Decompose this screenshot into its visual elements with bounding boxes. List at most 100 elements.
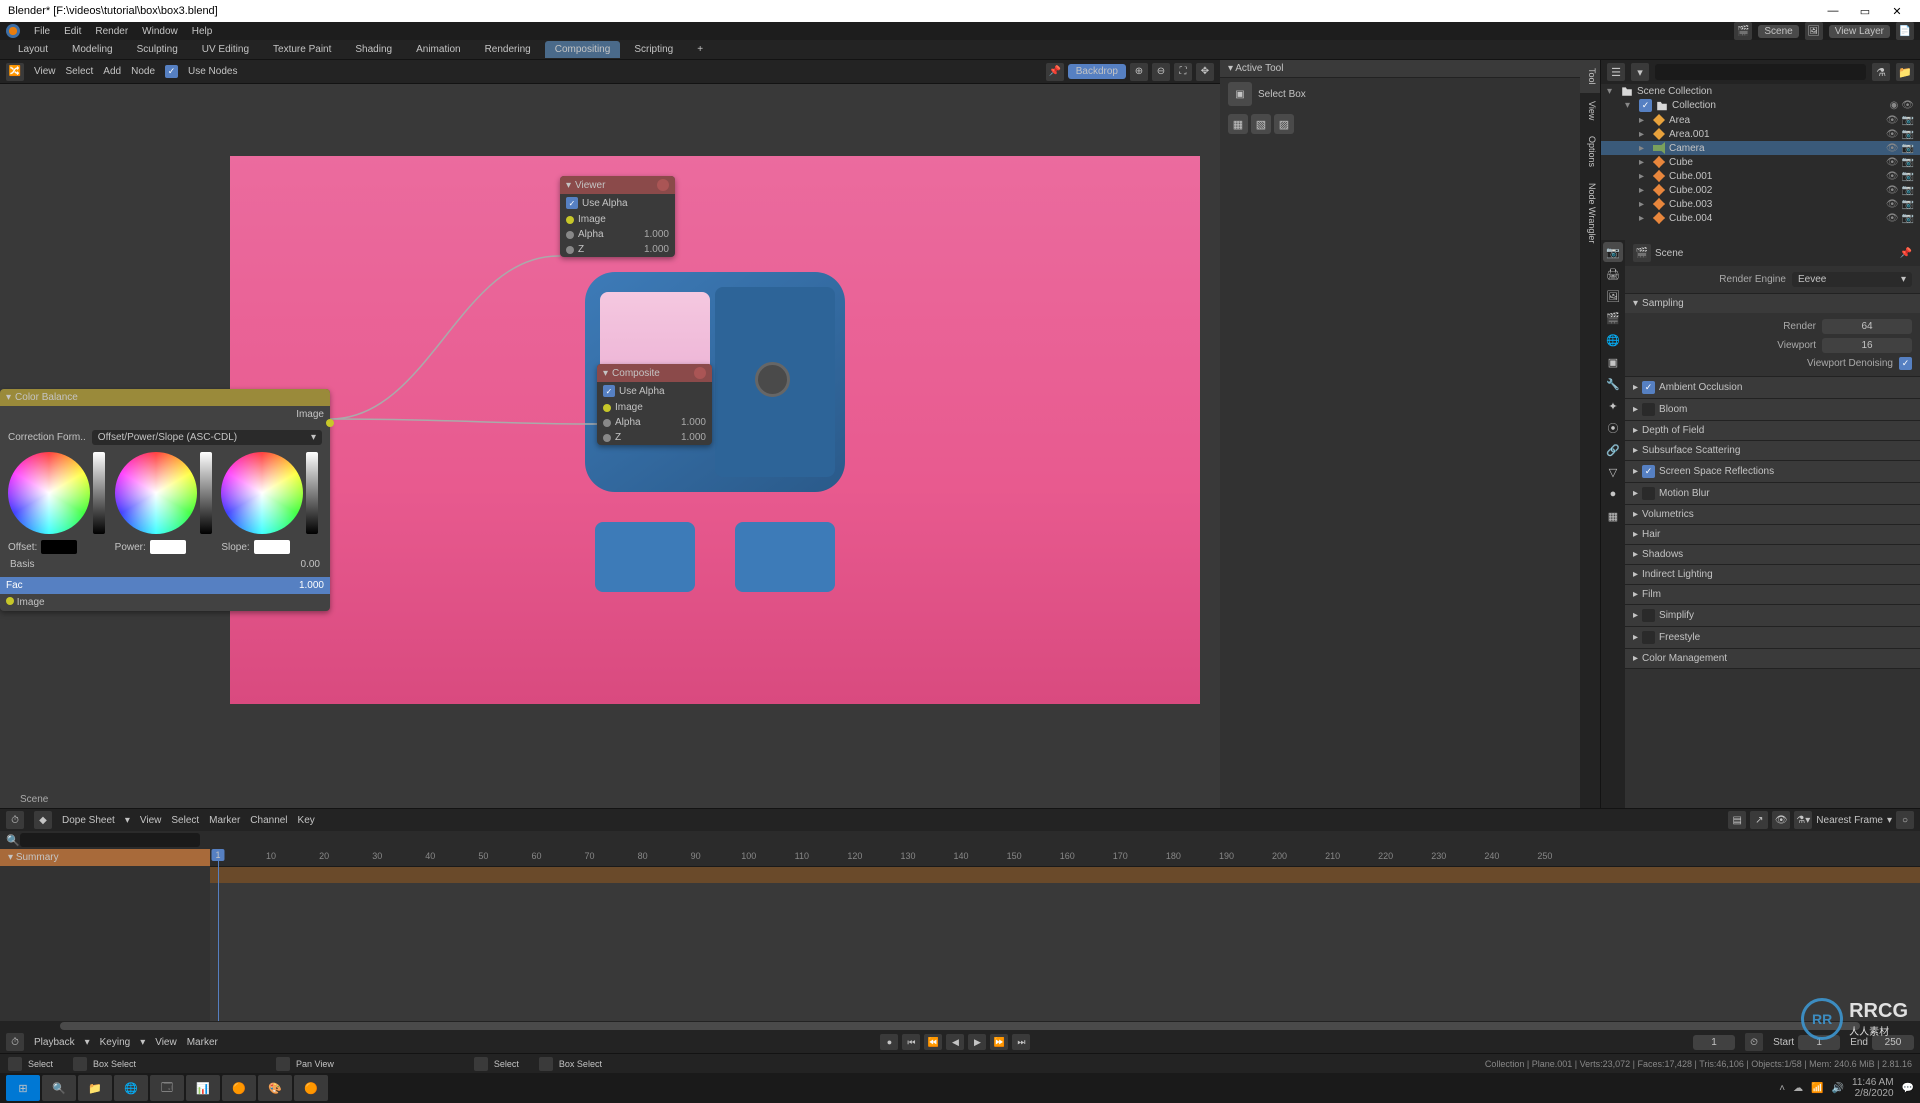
outliner-search[interactable] [1655,64,1866,80]
obj-render-icon[interactable]: 📷 [1902,143,1914,154]
dope-summary-track[interactable] [210,867,1920,883]
outliner-tree[interactable]: ▾Scene Collection ▾✓Collection◉👁 ▸ Area … [1601,84,1920,240]
menu-edit[interactable]: Edit [64,26,81,37]
viewer-alpha-check[interactable]: ✓ [566,197,578,209]
cb-offset-wheel[interactable] [8,452,90,534]
window-close-button[interactable]: ✕ [1882,5,1912,18]
outliner-new-coll-button[interactable]: 📁 [1896,63,1914,81]
tray-notif-icon[interactable]: 💬 [1902,1083,1914,1094]
dope-search-field[interactable] [20,833,200,847]
tray-time[interactable]: 11:46 AM [1852,1077,1894,1088]
section-check[interactable] [1642,403,1655,416]
collection-check[interactable]: ✓ [1639,99,1652,112]
dope-menu-marker[interactable]: Marker [209,815,240,826]
ws-sculpting[interactable]: Sculpting [127,41,188,58]
cb-power-wheel[interactable] [115,452,197,534]
dope-filter-dropdown[interactable]: ⚗▾ [1794,811,1812,829]
dope-summary-toggle[interactable]: ▤ [1728,811,1746,829]
outliner-item[interactable]: ▸ Area.001 👁📷 [1601,127,1920,141]
menu-render[interactable]: Render [95,26,128,37]
dope-menu-select[interactable]: Select [171,815,199,826]
ws-shading[interactable]: Shading [345,41,402,58]
ptab-modifier[interactable]: 🔧 [1603,374,1623,394]
dope-snap-dropdown[interactable]: Nearest Frame [1816,815,1883,826]
outliner-item[interactable]: ▸ Area 👁📷 [1601,113,1920,127]
props-section-header[interactable]: ▸✓Screen Space Reflections [1625,461,1920,482]
comp-menu-select[interactable]: Select [66,66,94,77]
taskbar-app-icon-2[interactable]: 📊 [186,1075,220,1101]
render-samples-field[interactable]: 64 [1822,319,1912,334]
ws-modeling[interactable]: Modeling [62,41,123,58]
tray-net-icon[interactable]: 📶 [1811,1083,1823,1094]
cb-power-swatch[interactable] [150,540,186,554]
menu-window[interactable]: Window [142,26,178,37]
new-viewlayer-button[interactable]: 📄 [1896,22,1914,40]
comp-menu-add[interactable]: Add [103,66,121,77]
props-section-header[interactable]: ▸✓Ambient Occlusion [1625,377,1920,398]
tool-mode-icon-1[interactable]: ▦ [1228,114,1248,134]
obj-render-icon[interactable]: 📷 [1902,171,1914,182]
dope-playhead[interactable]: 1 [218,849,219,1021]
editor-type-dropdown[interactable]: 🔀 [6,63,24,81]
play-rev-button[interactable]: ◀ [946,1034,964,1050]
jump-end-button[interactable]: ⏭ [1012,1034,1030,1050]
taskbar-app-icon-1[interactable]: 🗔 [150,1075,184,1101]
taskbar-search-icon[interactable]: 🔍 [42,1075,76,1101]
dope-menu-key[interactable]: Key [298,815,315,826]
ptab-object[interactable]: ▣ [1603,352,1623,372]
ptab-world[interactable]: 🌐 [1603,330,1623,350]
cb-formula-dropdown[interactable]: Offset/Power/Slope (ASC-CDL)▾ [92,430,322,445]
play-button[interactable]: ▶ [968,1034,986,1050]
dope-menu-channel[interactable]: Channel [250,815,287,826]
viewport-samples-field[interactable]: 16 [1822,338,1912,353]
tray-vol-icon[interactable]: 🔊 [1832,1083,1844,1094]
ptab-scene[interactable]: 🎬 [1603,308,1623,328]
obj-render-icon[interactable]: 📷 [1902,115,1914,126]
tl-view[interactable]: View [155,1037,177,1048]
outliner-item[interactable]: ▸ Cube.002 👁📷 [1601,183,1920,197]
dope-hidden-toggle[interactable]: 👁 [1772,811,1790,829]
dope-timeline[interactable]: 0102030405060708090100110120130140150160… [210,849,1920,1021]
backdrop-toggle[interactable]: Backdrop [1068,64,1126,79]
viewlayer-selector[interactable]: View Layer [1829,25,1890,38]
obj-eye-icon[interactable]: 👁 [1886,171,1899,182]
props-section-header[interactable]: ▸Simplify [1625,605,1920,626]
obj-render-icon[interactable]: 📷 [1902,157,1914,168]
vtab-tool[interactable]: Tool [1580,60,1600,93]
props-section-header[interactable]: ▸Indirect Lighting [1625,565,1920,584]
pin-icon[interactable]: 📌 [1046,63,1064,81]
backdrop-move[interactable]: ✥ [1196,63,1214,81]
color-balance-node[interactable]: ▾Color Balance Image Correction Form.. O… [0,389,330,611]
use-nodes-check[interactable]: ✓ [165,65,178,78]
viewer-image-socket[interactable] [566,216,574,224]
vtab-nodewrangler[interactable]: Node Wrangler [1580,175,1600,251]
backdrop-zoom-in[interactable]: ⊕ [1130,63,1148,81]
ws-animation[interactable]: Animation [406,41,470,58]
ptab-constraint[interactable]: 🔗 [1603,440,1623,460]
menu-help[interactable]: Help [192,26,213,37]
tool-mode-icon-2[interactable]: ▧ [1251,114,1271,134]
outliner-item[interactable]: ▸ Cube 👁📷 [1601,155,1920,169]
window-min-button[interactable]: — [1818,5,1848,18]
backdrop-fit[interactable]: ⛶ [1174,63,1192,81]
ws-scripting[interactable]: Scripting [624,41,683,58]
tl-marker[interactable]: Marker [187,1037,218,1048]
taskbar-app-icon-3[interactable]: 🎨 [258,1075,292,1101]
section-check[interactable] [1642,487,1655,500]
start-button[interactable]: ⊞ [6,1075,40,1101]
composite-z-socket[interactable] [603,434,611,442]
ws-uv[interactable]: UV Editing [192,41,259,58]
vtab-view[interactable]: View [1580,93,1600,128]
props-section-header[interactable]: ▸Depth of Field [1625,421,1920,440]
obj-render-icon[interactable]: 📷 [1902,185,1914,196]
taskbar-app-icon-4[interactable]: 🟠 [294,1075,328,1101]
jump-start-button[interactable]: ⏮ [902,1034,920,1050]
section-check[interactable]: ✓ [1642,465,1655,478]
ptab-texture[interactable]: ▦ [1603,506,1623,526]
obj-render-icon[interactable]: 📷 [1902,129,1914,140]
props-section-header[interactable]: ▸Motion Blur [1625,483,1920,504]
ptab-material[interactable]: ● [1603,484,1623,504]
dope-editor-dropdown[interactable]: ⏱ [6,811,24,829]
props-section-header[interactable]: ▸Subsurface Scattering [1625,441,1920,460]
dope-menu-view[interactable]: View [140,815,162,826]
